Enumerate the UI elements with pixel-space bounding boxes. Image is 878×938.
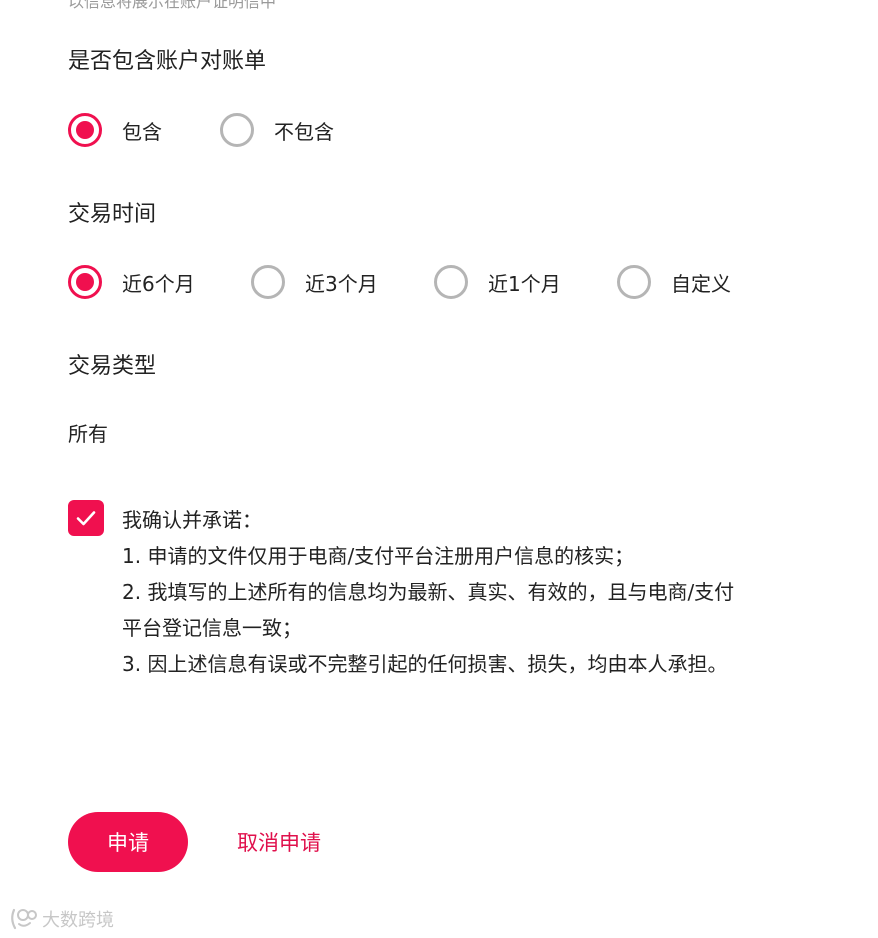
radio-option-include[interactable]: 包含 [68, 113, 162, 147]
radio-selected-icon [68, 265, 102, 299]
apply-button[interactable]: 申请 [68, 812, 188, 872]
watermark-text: 大数跨境 [42, 910, 114, 931]
declaration-item-3: 3. 因上述信息有误或不完整引起的任何损害、损失，均由本人承担。 [122, 652, 728, 676]
radio-label-3-months: 近3个月 [305, 271, 378, 296]
radio-option-custom[interactable]: 自定义 [617, 265, 731, 299]
declaration-item-2: 2. 我填写的上述所有的信息均为最新、真实、有效的，且与电商/支付平台登记信息一… [122, 580, 735, 640]
radio-option-3-months[interactable]: 近3个月 [251, 265, 378, 299]
radio-label-6-months: 近6个月 [122, 271, 195, 296]
radio-label-include: 包含 [122, 119, 162, 144]
radio-label-exclude: 不包含 [274, 119, 334, 144]
radio-unselected-icon [617, 265, 651, 299]
radio-selected-icon [68, 113, 102, 147]
time-section-title: 交易时间 [68, 202, 157, 227]
radio-unselected-icon [251, 265, 285, 299]
cancel-apply-link[interactable]: 取消申请 [237, 827, 321, 857]
declaration-item-1: 1. 申请的文件仅用于电商/支付平台注册用户信息的核实； [122, 544, 635, 568]
declaration-heading: 我确认并承诺： [122, 508, 262, 532]
radio-unselected-icon [220, 113, 254, 147]
transaction-type-value: 所有 [68, 422, 108, 446]
radio-label-custom: 自定义 [671, 271, 731, 296]
radio-unselected-icon [434, 265, 468, 299]
radio-option-exclude[interactable]: 不包含 [220, 113, 334, 147]
watermark-logo-icon [11, 908, 37, 930]
statement-section-title: 是否包含账户对账单 [68, 49, 267, 74]
confirm-checkbox[interactable] [68, 500, 104, 536]
radio-option-1-month[interactable]: 近1个月 [434, 265, 561, 299]
top-cut-text: 以信息将展示在账户证明信中 [68, 0, 277, 11]
watermark: 大数跨境 [8, 906, 114, 932]
type-section-title: 交易类型 [68, 354, 157, 379]
radio-option-6-months[interactable]: 近6个月 [68, 265, 195, 299]
radio-label-1-month: 近1个月 [488, 271, 561, 296]
checkmark-icon [76, 511, 96, 526]
declaration-text: 我确认并承诺： 1. 申请的文件仅用于电商/支付平台注册用户信息的核实； 2. … [122, 502, 752, 682]
